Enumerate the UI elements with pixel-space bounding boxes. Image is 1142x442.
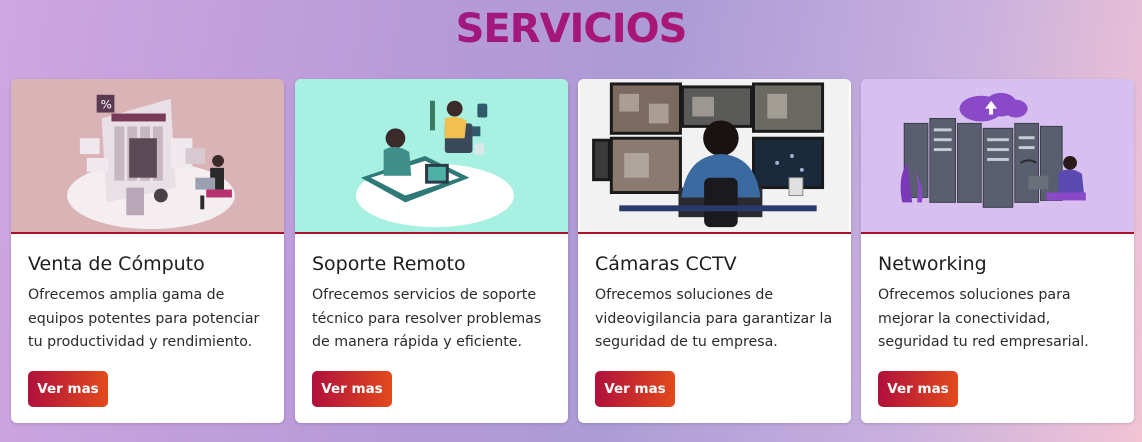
card-description: Ofrecemos servicios de soporte técnico p… (312, 287, 542, 350)
networking-servers-image (861, 79, 1134, 234)
card-description: Ofrecemos soluciones para mejorar la con… (878, 287, 1089, 350)
service-card-venta: % Venta de Cómputo Ofrecemos amplia gama… (11, 79, 284, 423)
page-title: SERVICIOS (0, 6, 1142, 52)
svg-text:%: % (101, 98, 112, 112)
ver-mas-button[interactable]: Ver mas (878, 371, 958, 407)
card-title: Networking (878, 253, 987, 275)
service-card-soporte: Soporte Remoto Ofrecemos servicios de so… (295, 79, 568, 423)
card-title: Soporte Remoto (312, 253, 466, 275)
ver-mas-button[interactable]: Ver mas (595, 371, 675, 407)
card-title: Venta de Cómputo (28, 253, 205, 275)
remote-support-image (295, 79, 568, 234)
card-description: Ofrecemos soluciones de videovigilancia … (595, 287, 833, 350)
cctv-monitoring-image (578, 79, 851, 234)
card-description: Ofrecemos amplia gama de equipos potente… (28, 287, 260, 350)
service-card-cctv: Cámaras CCTV Ofrecemos soluciones de vid… (578, 79, 851, 423)
card-title: Cámaras CCTV (595, 253, 737, 275)
ver-mas-button[interactable]: Ver mas (312, 371, 392, 407)
computer-store-image: % (11, 79, 284, 234)
ver-mas-button[interactable]: Ver mas (28, 371, 108, 407)
service-card-networking: Networking Ofrecemos soluciones para mej… (861, 79, 1134, 423)
